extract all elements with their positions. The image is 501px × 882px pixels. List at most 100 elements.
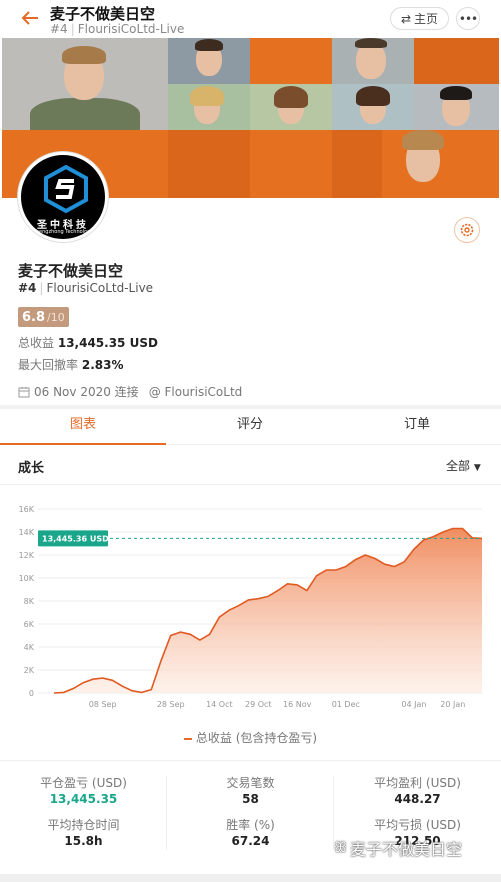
banner-photo xyxy=(168,84,250,130)
gear-icon xyxy=(460,223,474,237)
watermark-text: 麦子不做美日空 xyxy=(350,840,463,859)
banner-tile xyxy=(332,130,382,198)
growth-chart: 13,445.36 USD 0 2K 4K 6K 8K 10K 12K 14K 16K 08 S… xyxy=(19,505,483,709)
total-profit-label: 总收益 xyxy=(18,336,55,350)
y-tick-label: 8K xyxy=(24,597,35,606)
page-title: 麦子不做美日空 xyxy=(50,5,156,23)
stat-value: 13,445.35 xyxy=(49,792,118,806)
rank-line: #4 | FlourisiCoLtd-Live xyxy=(18,281,154,295)
connected-line: 06 Nov 2020 连接 @ FlourisiCoLtd xyxy=(18,383,242,400)
x-tick-label: 29 Oct xyxy=(245,700,272,709)
settings-button[interactable] xyxy=(454,217,480,243)
banner-photo xyxy=(250,84,332,130)
x-tick-label: 16 Nov xyxy=(283,700,312,709)
account-text: FlourisiCoLtd-Live xyxy=(77,22,185,36)
stat-avg-hold-time: 平均持仓时间 15.8h xyxy=(0,816,167,848)
tab-bar: 图表 评分 订单 xyxy=(0,409,501,445)
more-dots-icon: ••• xyxy=(458,11,478,26)
trader-name: 麦子不做美日空 xyxy=(18,262,124,280)
total-profit-value: 13,445.35 USD xyxy=(57,336,158,350)
stat-label: 交易笔数 xyxy=(226,776,275,790)
section-title: 成长 xyxy=(18,461,45,476)
home-button-label: 主页 xyxy=(414,12,439,26)
banner-tile xyxy=(168,130,250,198)
x-tick-label: 20 Jan xyxy=(440,700,465,709)
y-tick-label: 2K xyxy=(24,666,35,675)
calendar-icon xyxy=(18,386,30,397)
tab-rating[interactable]: 评分 xyxy=(167,409,333,445)
banner-photo xyxy=(382,130,499,198)
y-tick-label: 4K xyxy=(24,643,35,652)
banner-tile xyxy=(250,130,332,198)
stat-win-rate: 胜率 (%) 67.24 xyxy=(167,816,334,848)
stat-value: 448.27 xyxy=(394,792,441,806)
max-drawdown-line: 最大回撤率 2.83% xyxy=(18,356,123,373)
swap-icon: ⇄ xyxy=(400,11,412,26)
account-name: FlourisiCoLtd-Live xyxy=(46,281,154,295)
banner-tile xyxy=(414,38,499,84)
x-tick-label: 14 Oct xyxy=(206,700,233,709)
avatar-en-text: Shengzhong Technology xyxy=(32,229,94,235)
watermark: ꕥ 麦子不做美日空 xyxy=(334,836,462,860)
y-tick-label: 0 xyxy=(29,689,34,698)
score-value: 6.8 xyxy=(22,309,46,325)
divider xyxy=(166,776,167,850)
range-label: 全部 xyxy=(446,459,471,473)
company-logo-icon xyxy=(44,165,88,213)
x-tick-label: 28 Sep xyxy=(157,700,185,709)
stat-avg-profit: 平均盈利 (USD) 448.27 xyxy=(334,774,501,806)
y-tick-label: 12K xyxy=(19,551,35,560)
stat-value: 58 xyxy=(242,792,259,806)
y-tick-label: 6K xyxy=(24,620,35,629)
max-drawdown-value: 2.83% xyxy=(81,358,124,372)
profit-area xyxy=(54,528,482,693)
banner-photo xyxy=(414,84,499,130)
score-badge: 6.8 /10 xyxy=(18,307,69,327)
x-tick-label: 08 Sep xyxy=(89,700,117,709)
growth-section-header: 成长 全部 ▼ xyxy=(0,445,501,485)
wechat-icon: ꕥ xyxy=(334,840,347,856)
legend-label: 总收益 (包含持仓盈亏) xyxy=(195,731,318,745)
stat-label: 胜率 (%) xyxy=(226,818,275,832)
tab-chart[interactable]: 图表 xyxy=(0,409,166,445)
rank-value: #4 xyxy=(18,281,37,295)
banner-photo xyxy=(332,38,414,84)
banner-photo xyxy=(168,38,250,84)
range-dropdown[interactable]: 全部 ▼ xyxy=(446,457,481,474)
y-tick-label: 10K xyxy=(19,574,35,583)
bottom-gap xyxy=(0,874,501,882)
banner-tile xyxy=(250,38,332,84)
more-button[interactable]: ••• xyxy=(456,7,480,30)
current-value-label: 13,445.36 USD xyxy=(42,534,109,543)
stat-label: 平均持仓时间 xyxy=(47,818,120,832)
avatar: 圣中科技 Shengzhong Technology xyxy=(18,152,108,242)
stat-label: 平均盈利 (USD) xyxy=(374,776,461,790)
y-tick-label: 14K xyxy=(19,528,35,537)
stat-closed-pnl: 平仓盈亏 (USD) 13,445.35 xyxy=(0,774,167,806)
total-profit-line: 总收益 13,445.35 USD xyxy=(18,334,158,351)
banner-photo xyxy=(2,38,168,130)
stat-value: 15.8h xyxy=(64,834,103,848)
back-arrow-icon[interactable] xyxy=(18,6,42,30)
broker-name: @ FlourisiCoLtd xyxy=(148,384,243,399)
stat-label: 平均亏损 (USD) xyxy=(374,818,461,832)
rank-text: #4 xyxy=(50,22,68,36)
stat-trade-count: 交易笔数 58 xyxy=(167,774,334,806)
banner-photo xyxy=(332,84,414,130)
y-tick-label: 16K xyxy=(19,505,35,514)
page-subtitle: #4 | FlourisiCoLtd-Live xyxy=(50,22,185,36)
tab-orders[interactable]: 订单 xyxy=(334,409,500,445)
stat-value: 67.24 xyxy=(231,834,270,848)
x-tick-label: 01 Dec xyxy=(332,700,360,709)
caret-down-icon: ▼ xyxy=(473,463,481,473)
chart-legend: 总收益 (包含持仓盈亏) xyxy=(0,729,501,746)
score-max: /10 xyxy=(47,310,65,324)
connected-date: 06 Nov 2020 连接 xyxy=(34,385,139,399)
stat-label: 平仓盈亏 (USD) xyxy=(40,776,127,790)
divider xyxy=(0,760,501,761)
current-value-tag: 13,445.36 USD xyxy=(38,530,109,547)
max-drawdown-label: 最大回撤率 xyxy=(18,358,79,372)
home-button[interactable]: ⇄ 主页 xyxy=(390,7,449,30)
top-bar: 麦子不做美日空 #4 | FlourisiCoLtd-Live ⇄ 主页 ••• xyxy=(0,0,501,38)
x-tick-label: 04 Jan xyxy=(401,700,426,709)
